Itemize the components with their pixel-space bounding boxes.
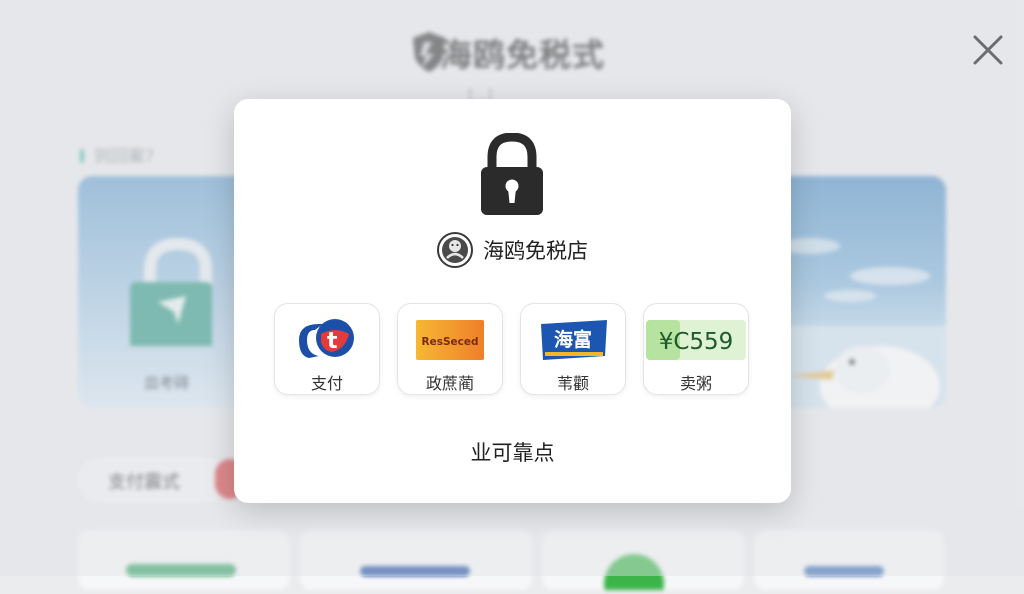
orange-card-logo-icon: ResSeced	[416, 320, 484, 360]
payment-option-label: 支付	[310, 374, 343, 393]
payment-modal: 海鸥免税店 t 支付 ResSeced 政蔗蔺 海富 苇颧 ¥C559 卖粥 业…	[234, 99, 791, 503]
payment-option-label: 苇颧	[556, 374, 589, 393]
payment-methods: t 支付 ResSeced 政蔗蔺 海富 苇颧 ¥C559 卖粥	[274, 303, 752, 395]
svg-text:¥C559: ¥C559	[659, 329, 734, 355]
svg-text:t: t	[327, 329, 338, 354]
green-price-logo-icon: ¥C559	[646, 320, 746, 360]
payment-option-3[interactable]: 海富 苇颧	[520, 303, 626, 395]
brand-row: 海鸥免税店	[234, 232, 791, 268]
payment-logo-icon: t	[299, 319, 354, 358]
reliable-link[interactable]: 业可靠点	[234, 437, 791, 467]
brand-name: 海鸥免税店	[483, 239, 588, 263]
payment-option-4[interactable]: ¥C559 卖粥	[643, 303, 749, 395]
svg-text:海富: 海富	[554, 328, 592, 351]
padlock-icon	[481, 133, 543, 215]
blue-card-logo-icon: 海富	[541, 320, 607, 360]
payment-option-2[interactable]: ResSeced 政蔗蔺	[397, 303, 503, 395]
payment-option-label: 政蔗蔺	[425, 374, 474, 393]
close-icon[interactable]	[968, 30, 1008, 70]
svg-text:ResSeced: ResSeced	[421, 336, 478, 348]
payment-option-label: 卖粥	[679, 374, 712, 393]
payment-option-1[interactable]: t 支付	[274, 303, 380, 395]
seagull-logo-icon	[437, 232, 473, 268]
